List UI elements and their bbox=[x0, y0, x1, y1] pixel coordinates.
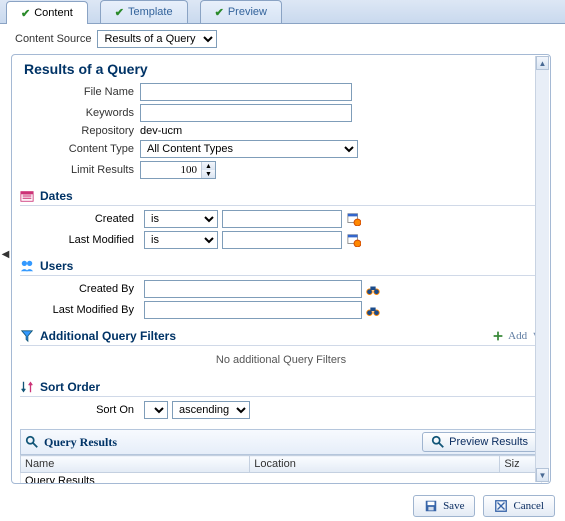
limit-results-input[interactable] bbox=[141, 162, 201, 178]
chevron-left-icon: ◀ bbox=[2, 249, 10, 260]
calendar-picker-icon[interactable] bbox=[346, 232, 362, 248]
sort-field-select[interactable] bbox=[144, 401, 168, 419]
form-scroll-pane: Results of a Query File Name Keywords Re… bbox=[11, 54, 551, 484]
sort-dir-select[interactable]: ascending bbox=[172, 401, 250, 419]
content-source-label: Content Source bbox=[15, 33, 91, 45]
content-source-select[interactable]: Results of a Query bbox=[97, 30, 217, 48]
save-button[interactable]: Save bbox=[413, 495, 475, 517]
limit-results-stepper[interactable]: ▲ ▼ bbox=[140, 161, 216, 179]
floppy-icon bbox=[424, 499, 438, 513]
modified-date-field[interactable] bbox=[222, 231, 342, 249]
funnel-icon bbox=[20, 329, 34, 343]
table-row: Query Results bbox=[21, 473, 542, 485]
calendar-icon bbox=[20, 189, 34, 203]
stepper-down-icon[interactable]: ▼ bbox=[202, 170, 215, 178]
magnifier-icon bbox=[25, 435, 39, 449]
keywords-label: Keywords bbox=[20, 107, 140, 119]
results-grid: Name Location Siz Query Results bbox=[20, 455, 542, 484]
tab-template[interactable]: ✔ Template bbox=[100, 0, 188, 23]
sort-icon bbox=[20, 380, 34, 394]
cancel-icon bbox=[494, 499, 508, 513]
placeholder-row: Query Results bbox=[21, 473, 542, 485]
collapse-handle[interactable]: ◀ bbox=[0, 24, 11, 484]
modified-label: Last Modified bbox=[20, 234, 140, 246]
created-label: Created bbox=[20, 213, 140, 225]
content-type-select[interactable]: All Content Types bbox=[140, 140, 358, 158]
col-location[interactable]: Location bbox=[250, 456, 500, 473]
filters-section-header: Additional Query Filters Add ▼ bbox=[20, 327, 542, 346]
page-title: Results of a Query bbox=[24, 61, 542, 77]
plus-icon bbox=[491, 329, 505, 343]
preview-results-button[interactable]: Preview Results bbox=[422, 432, 537, 452]
dates-section-header: Dates bbox=[20, 187, 542, 206]
modified-op-select[interactable]: is bbox=[144, 231, 218, 249]
tab-template-label: Template bbox=[128, 6, 173, 18]
repository-value: dev-ucm bbox=[140, 125, 182, 137]
filters-title: Additional Query Filters bbox=[40, 329, 176, 343]
check-icon: ✔ bbox=[215, 6, 224, 19]
cancel-button[interactable]: Cancel bbox=[483, 495, 555, 517]
created-by-label: Created By bbox=[20, 283, 140, 295]
tab-content[interactable]: ✔ Content bbox=[6, 1, 88, 24]
file-name-field[interactable] bbox=[140, 83, 352, 101]
binoculars-icon[interactable] bbox=[366, 281, 380, 297]
tab-strip: ✔ Content ✔ Template ✔ Preview bbox=[0, 0, 565, 24]
sort-on-label: Sort On bbox=[20, 404, 140, 416]
tab-preview-label: Preview bbox=[228, 6, 267, 18]
dates-title: Dates bbox=[40, 189, 73, 203]
modified-by-field[interactable] bbox=[144, 301, 362, 319]
vertical-scrollbar[interactable]: ▲ ▼ bbox=[535, 56, 549, 482]
scroll-up-icon[interactable]: ▲ bbox=[536, 56, 549, 70]
keywords-field[interactable] bbox=[140, 104, 352, 122]
users-title: Users bbox=[40, 259, 73, 273]
magnifier-icon bbox=[431, 435, 445, 449]
limit-results-label: Limit Results bbox=[20, 164, 140, 176]
calendar-picker-icon[interactable] bbox=[346, 211, 362, 227]
query-results-title: Query Results bbox=[44, 435, 117, 450]
scroll-down-icon[interactable]: ▼ bbox=[536, 468, 549, 482]
query-results-header: Query Results Preview Results bbox=[20, 429, 542, 455]
repository-label: Repository bbox=[20, 125, 140, 137]
users-icon bbox=[20, 259, 34, 273]
sort-section-header: Sort Order bbox=[20, 378, 542, 397]
no-filters-text: No additional Query Filters bbox=[20, 350, 542, 370]
tab-content-label: Content bbox=[34, 7, 73, 19]
users-section-header: Users bbox=[20, 257, 542, 276]
tab-preview[interactable]: ✔ Preview bbox=[200, 0, 282, 23]
file-name-label: File Name bbox=[20, 86, 140, 98]
check-icon: ✔ bbox=[115, 6, 124, 19]
add-filter-button[interactable]: Add bbox=[491, 329, 527, 343]
footer-buttons: Save Cancel bbox=[413, 495, 555, 517]
content-type-label: Content Type bbox=[20, 143, 140, 155]
created-date-field[interactable] bbox=[222, 210, 342, 228]
col-name[interactable]: Name bbox=[21, 456, 250, 473]
sort-title: Sort Order bbox=[40, 380, 100, 394]
modified-by-label: Last Modified By bbox=[20, 304, 140, 316]
binoculars-icon[interactable] bbox=[366, 302, 380, 318]
created-op-select[interactable]: is bbox=[144, 210, 218, 228]
check-icon: ✔ bbox=[21, 7, 30, 20]
stepper-up-icon[interactable]: ▲ bbox=[202, 162, 215, 170]
created-by-field[interactable] bbox=[144, 280, 362, 298]
